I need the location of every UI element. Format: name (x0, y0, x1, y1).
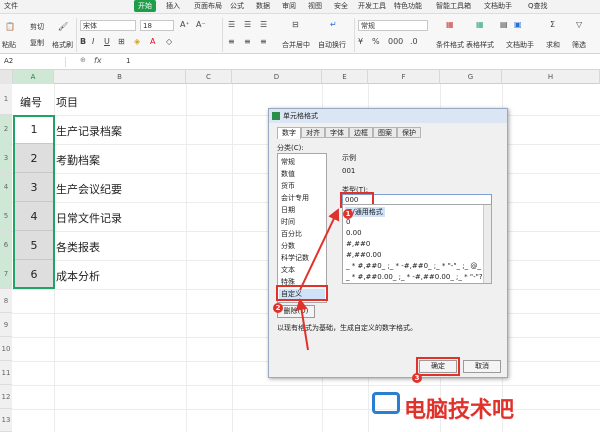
watermark-text: 电脑技术吧 (404, 398, 515, 423)
monitor-logo-icon (372, 392, 400, 414)
annotation-arrows (295, 208, 340, 351)
arrow (295, 298, 309, 351)
arrow (299, 208, 340, 291)
